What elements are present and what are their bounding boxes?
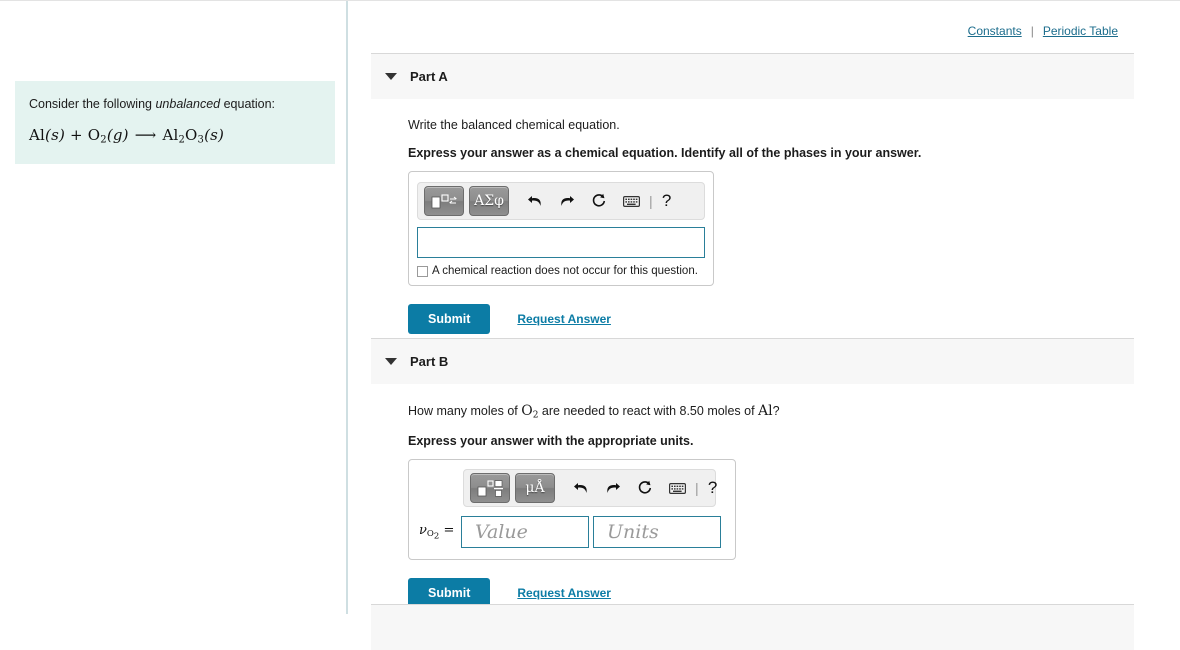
part-a-submit-button[interactable]: Submit <box>408 304 491 334</box>
undo-icon[interactable] <box>566 474 596 502</box>
eq-reactant-2: O <box>87 126 101 145</box>
greek-symbols-button[interactable]: ΑΣφ <box>469 186 509 216</box>
part-b-body: How many moles of O2 are needed to react… <box>408 403 1180 609</box>
value-input[interactable]: Value <box>461 516 589 549</box>
part-b-toolbar: μÅ | ? <box>463 469 717 508</box>
undo-icon[interactable] <box>520 187 550 215</box>
eq-product-phase: (s) <box>204 126 225 145</box>
intro-lead-end: equation: <box>220 97 276 111</box>
part-b-question-pre: How many moles of <box>408 404 522 418</box>
toolbar-separator: | <box>695 480 699 497</box>
part-b-header[interactable]: Part B <box>371 338 1134 384</box>
part-a-header[interactable]: Part A <box>371 53 1134 99</box>
eq-reactant-1-phase: (s) <box>45 126 66 145</box>
part-b-question-mid: are needed to react with 8.50 moles of <box>538 404 759 418</box>
keyboard-icon[interactable] <box>662 474 692 502</box>
eq-product-el-2: O <box>185 126 198 145</box>
nu-subscript: O2 <box>426 529 440 542</box>
help-icon[interactable]: ? <box>702 478 724 498</box>
part-b-instruction: Express your answer with the appropriate… <box>408 434 694 449</box>
eq-reactant-1: Al <box>29 126 46 145</box>
page-layout: Consider the following unbalanced equati… <box>0 1 1180 650</box>
part-b-title: Part B <box>410 354 449 369</box>
intro-lead: Consider the following <box>29 97 156 111</box>
help-icon[interactable]: ? <box>656 191 678 211</box>
chemical-equation-template-icon[interactable] <box>424 186 464 216</box>
part-b-question: How many moles of O2 are needed to react… <box>408 403 1180 420</box>
units-button-label: μÅ <box>525 480 545 497</box>
part-a-toolbar: ΑΣφ | ? <box>417 182 705 220</box>
no-reaction-checkbox[interactable] <box>417 265 428 277</box>
eq-reactant-2-phase: (g) <box>106 126 129 145</box>
part-a-body: Write the balanced chemical equation. Ex… <box>408 118 1180 334</box>
part-b-section: Part B How many moles of O2 are needed t… <box>348 338 1180 609</box>
part-a-answer-box: ΑΣφ | ? A chemical reaction does not occ… <box>408 171 714 286</box>
part-a-request-answer-link[interactable]: Request Answer <box>517 312 611 326</box>
units-input[interactable]: Units <box>593 516 721 549</box>
toolbar-separator: | <box>649 193 653 209</box>
intro-text: Consider the following unbalanced equati… <box>29 95 321 113</box>
part-b-question-end: ? <box>772 404 780 418</box>
part-a-equation-input[interactable] <box>417 227 705 258</box>
intro-callout: Consider the following unbalanced equati… <box>15 81 335 164</box>
collapse-caret-icon[interactable] <box>385 73 397 80</box>
nu-sub-element: O <box>426 529 434 540</box>
eq-arrow-icon: ⟶ <box>134 126 157 145</box>
no-reaction-label: A chemical reaction does not occur for t… <box>432 265 698 277</box>
constants-link[interactable]: Constants <box>968 24 1022 38</box>
fraction-template-icon[interactable] <box>470 473 510 504</box>
problem-statement-pane: Consider the following unbalanced equati… <box>0 1 348 614</box>
collapse-caret-icon[interactable] <box>385 358 397 365</box>
part-b-answer-label: νO2 = <box>419 523 461 542</box>
intro-emphasis: unbalanced <box>155 97 221 111</box>
part-b-answer-box: μÅ | ? νO2 = Value Units <box>408 459 736 561</box>
part-a-actions: Submit Request Answer <box>408 304 1180 334</box>
species-symbol: O <box>521 403 533 419</box>
part-a-title: Part A <box>410 69 448 84</box>
units-button[interactable]: μÅ <box>515 473 555 504</box>
eq-product-el-1: Al <box>162 126 179 145</box>
part-a-no-reaction-row: A chemical reaction does not occur for t… <box>417 265 705 277</box>
links-separator: | <box>1030 24 1034 38</box>
part-a-question: Write the balanced chemical equation. <box>408 118 620 132</box>
nu-sub-count: 2 <box>433 531 440 542</box>
part-c-header[interactable] <box>371 604 1134 650</box>
reset-icon[interactable] <box>584 187 614 215</box>
part-c-section <box>348 604 1180 650</box>
equals-sign: = <box>443 522 455 538</box>
resource-links: Constants | Periodic Table <box>968 24 1118 38</box>
keyboard-icon[interactable] <box>616 187 646 215</box>
part-b-species-1: O2 <box>521 403 538 420</box>
periodic-table-link[interactable]: Periodic Table <box>1043 24 1118 38</box>
reset-icon[interactable] <box>630 474 660 502</box>
unbalanced-equation: Al(s) + O2(g) ⟶ Al2O3(s) <box>29 126 321 146</box>
greek-symbols-label: ΑΣφ <box>474 193 504 209</box>
nu-symbol: ν <box>419 522 427 538</box>
eq-plus: + <box>70 126 83 145</box>
part-a-section: Part A Write the balanced chemical equat… <box>348 53 1180 334</box>
part-b-answer-row: νO2 = Value Units <box>419 516 725 549</box>
redo-icon[interactable] <box>598 474 628 502</box>
redo-icon[interactable] <box>552 187 582 215</box>
assignment-pane: Constants | Periodic Table Part A Write th… <box>348 1 1180 650</box>
part-a-instruction: Express your answer as a chemical equati… <box>408 146 922 160</box>
part-b-request-answer-link[interactable]: Request Answer <box>517 586 611 600</box>
part-b-species-2: Al <box>758 403 773 419</box>
